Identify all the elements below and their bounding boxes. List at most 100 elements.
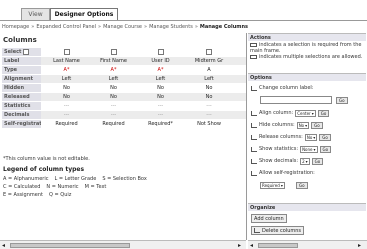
legend-entry: Q = Quiz [48, 192, 72, 198]
legend-row: C = Calculated N = Numeric M = Text [3, 184, 106, 190]
column-checkbox[interactable] [63, 48, 70, 55]
cell: No [157, 94, 164, 100]
delete-columns-label: Delete columns [262, 227, 302, 234]
breadcrumb-separator: » [194, 24, 198, 30]
legend-entry: C = Calculated [3, 184, 41, 190]
select-all-checkbox[interactable] [23, 49, 30, 55]
cell: A* [63, 67, 70, 73]
pane-divider[interactable] [246, 33, 247, 240]
self-registration-select[interactable]: Required [260, 182, 285, 189]
hide-option: Hide columns:NoGo [251, 120, 365, 130]
breadcrumb-manage-course[interactable]: Manage Course [103, 24, 142, 30]
go-button[interactable]: Go [319, 133, 331, 141]
cell: Midterm Gr [194, 58, 224, 64]
option-label: Allow self-registration: [259, 170, 315, 176]
tab-underline [0, 20, 367, 21]
cell: No [205, 94, 213, 100]
option-label: Change column label: [259, 85, 314, 91]
grid-row-alignment: Alignment Left Left Left Left [2, 75, 246, 83]
legend-title: Legend of column types [3, 166, 85, 173]
align-select[interactable]: Center [295, 109, 316, 117]
go-button[interactable]: Go [336, 97, 348, 104]
add-column-button[interactable]: Add column [251, 214, 287, 223]
selection-required-icon [250, 42, 257, 47]
legend-entry: A = Alphanumeric [3, 176, 49, 182]
options-pane: Actions indicates a selection is require… [248, 33, 366, 240]
cell: No [110, 94, 117, 100]
go-button[interactable]: Go [296, 182, 308, 189]
go-button[interactable]: Go [317, 109, 330, 117]
breadcrumb-manage-students[interactable]: Manage Students [149, 24, 193, 30]
option-label: Show decimals: [259, 158, 299, 164]
hide-select[interactable]: No [296, 121, 310, 129]
grid-row-released: Released No No No No [2, 93, 246, 101]
grid-row-statistics: Statistics --- --- --- --- [2, 102, 246, 110]
tab-view[interactable]: View [21, 8, 50, 20]
go-button[interactable]: Go [311, 157, 324, 165]
cell: Left [108, 76, 119, 82]
row-label: Hidden [2, 84, 41, 92]
arrow-icon [251, 146, 257, 152]
breadcrumb-control-panel[interactable]: Expanded Control Panel [36, 24, 96, 30]
row-label: Released [2, 93, 41, 101]
row-label: Self-registration [2, 120, 41, 128]
breadcrumb-home[interactable]: Homepage [2, 24, 29, 30]
cell: Required [55, 121, 78, 127]
release-option: Release columns:NoGo [251, 132, 365, 142]
cell: No [63, 94, 70, 100]
actions-line: indicates a selection is required from t… [250, 42, 362, 54]
legend-entry: E = Assignment [3, 192, 43, 198]
scroll-left-icon[interactable]: ◂ [250, 242, 253, 249]
cell: --- [63, 112, 70, 118]
grid-row-select: Select [2, 48, 246, 56]
add-column-label: Add column [254, 215, 284, 222]
statistics-select[interactable]: None [300, 145, 318, 153]
scroll-left-icon[interactable]: ◂ [2, 242, 5, 249]
cell: User ID [151, 58, 170, 64]
cell: A* [157, 67, 164, 73]
arrow-icon [251, 170, 257, 176]
actions-line: indicates multiple selections are allowe… [259, 54, 363, 60]
cell: A* [110, 67, 117, 73]
cell: --- [157, 112, 164, 118]
cell: Last Name [53, 58, 80, 64]
column-checkbox[interactable] [206, 48, 212, 55]
release-select[interactable]: No [304, 133, 318, 141]
column-label-input[interactable] [260, 96, 332, 104]
cell: --- [110, 103, 117, 109]
go-button[interactable]: Go [311, 121, 323, 129]
grid-row-decimals: Decimals --- --- --- --- [2, 111, 246, 119]
grid-row-hidden: Hidden No No No No [2, 84, 246, 92]
left-horizontal-scrollbar[interactable]: ◂ ▸ [0, 240, 246, 249]
actions-info: indicates a selection is required from t… [250, 42, 364, 60]
statistics-option: Show statistics:NoneGo [251, 144, 365, 154]
change-label-option: Change column label: [251, 83, 365, 93]
page-title: Columns [3, 36, 37, 44]
multiple-selection-icon [250, 54, 257, 59]
legend-entry: N = Numeric [46, 184, 79, 190]
cell [137, 48, 184, 56]
grid-row-type: Type A* A* A* A [2, 66, 246, 74]
tab-designer-options[interactable]: Designer Options [50, 8, 118, 20]
right-horizontal-scrollbar[interactable]: ◂ ▸ [248, 240, 367, 249]
align-option: Align column:CenterGo [251, 108, 365, 118]
legend-entry: M = Text [84, 184, 107, 190]
arrow-icon [251, 122, 257, 128]
cell: No [157, 85, 164, 91]
row-label: Decimals [2, 111, 41, 119]
legend-entry: L = Letter Grade [54, 176, 97, 182]
scroll-thumb[interactable] [10, 243, 130, 248]
column-checkbox[interactable] [157, 48, 164, 55]
breadcrumb: Homepage» Expanded Control Panel» Manage C… [2, 22, 365, 32]
scroll-right-icon[interactable]: ▸ [238, 242, 241, 249]
go-button[interactable]: Go [319, 145, 332, 153]
scroll-right-icon[interactable]: ▸ [358, 242, 361, 249]
delete-columns-button[interactable]: Delete columns [251, 226, 305, 235]
row-label: Alignment [2, 75, 41, 83]
cell: No [63, 85, 70, 91]
column-checkbox[interactable] [110, 48, 117, 55]
decimals-select[interactable]: 2 [300, 157, 310, 165]
row-label: Label [2, 57, 41, 65]
cell: First Name [100, 58, 127, 64]
scroll-thumb[interactable] [258, 243, 298, 248]
